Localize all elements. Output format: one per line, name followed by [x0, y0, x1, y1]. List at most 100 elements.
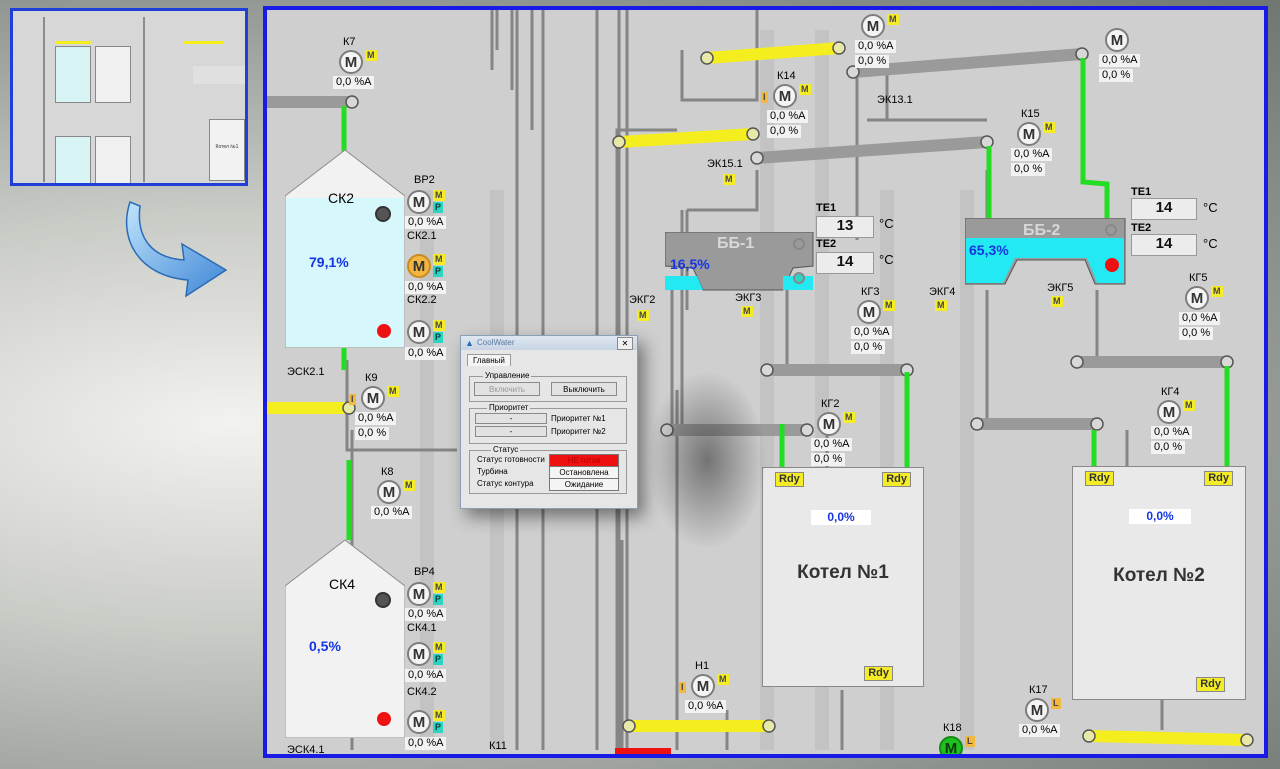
curved-arrow-icon: [125, 201, 228, 298]
motor-kg3[interactable]: M: [857, 300, 881, 324]
boiler-1-name: Котел №1: [797, 562, 889, 583]
motor-load-readout: 0,0 %: [1151, 441, 1186, 454]
bunker-bb1-name: ББ-1: [717, 235, 755, 252]
silo-sk2-level: 79,1%: [309, 254, 349, 270]
mode-tag: M: [433, 320, 445, 331]
boiler-1-value: 0,0%: [811, 510, 871, 525]
valve-sk42[interactable]: M: [407, 710, 431, 734]
valve-vr2[interactable]: M: [407, 190, 431, 214]
stop-button[interactable]: Выключить: [551, 382, 617, 396]
motor-load-readout: 0,0 %: [355, 427, 390, 440]
mode-tag: M: [883, 300, 895, 311]
silo-sk4[interactable]: [285, 538, 405, 738]
mode-tag: M: [723, 174, 735, 185]
motor-kg4[interactable]: M: [1157, 400, 1181, 424]
priority-2-button[interactable]: -: [475, 426, 547, 437]
motor-k8[interactable]: M: [377, 480, 401, 504]
valve-vr4[interactable]: M: [407, 582, 431, 606]
dialog-titlebar[interactable]: ▲ CoolWater ✕: [461, 336, 637, 350]
silo-sk4-indicator: [375, 592, 391, 608]
motor-k9[interactable]: M: [361, 386, 385, 410]
valve-sk42-label: СК4.2: [407, 686, 437, 698]
valve-sk21[interactable]: M: [407, 254, 431, 278]
value-readout: 0,0 %А: [405, 347, 447, 360]
bb2-te2-label: ТЕ2: [1131, 222, 1152, 234]
mode-tag: M: [935, 300, 947, 311]
position-tag: P: [433, 594, 444, 605]
coolwater-dialog[interactable]: ▲ CoolWater ✕ Главный Управление Включит…: [460, 335, 638, 509]
motor-k15[interactable]: M: [1017, 122, 1041, 146]
close-icon[interactable]: ✕: [617, 337, 633, 350]
mode-tag: M: [433, 710, 445, 721]
motor-current-readout: 0,0 %А: [811, 438, 853, 451]
motor-current-readout: 0,0 %А: [355, 412, 397, 425]
valve-sk22[interactable]: M: [407, 320, 431, 344]
motor-load-readout: 0,0 %: [855, 55, 890, 68]
motor-label: К8: [381, 466, 394, 478]
mode-tag: L: [965, 736, 975, 747]
boiler-1[interactable]: Rdy Rdy 0,0% Котел №1 Rdy: [762, 467, 924, 687]
motor-load-readout: 0,0 %: [1099, 69, 1134, 82]
mode-tag: M: [887, 14, 899, 25]
thumb-panel: [193, 66, 245, 84]
value-readout: 0,0 %А: [405, 216, 447, 229]
motor-label: Н1: [695, 660, 710, 672]
interlock-tag: I: [349, 394, 356, 405]
valve-sk22-label: СК2.2: [407, 294, 437, 306]
motor-k7[interactable]: M: [339, 50, 363, 74]
motor-current-readout: 0,0 %А: [767, 110, 809, 123]
unit: °C: [879, 216, 894, 231]
motor-current-readout: 0,0 %А: [1179, 312, 1221, 325]
mode-tag: M: [365, 50, 377, 61]
thumb-boiler-label: Котел №1: [215, 144, 239, 150]
loop-status-value: Ожидание: [549, 478, 619, 491]
valve-vr4-label: ВР4: [414, 566, 435, 578]
gate-ek15-label: ЭК15.1: [707, 158, 743, 170]
motor-label: К14: [777, 70, 796, 82]
motor-label: КГ4: [1161, 386, 1180, 398]
priority-1-button[interactable]: -: [475, 413, 547, 424]
motor-current-readout: 0,0 %А: [1151, 426, 1193, 439]
valve-vr2-label: ВР2: [414, 174, 435, 186]
motor-ktop2[interactable]: M: [1105, 28, 1129, 52]
gate-ekg4-label: ЭКГ4: [929, 286, 956, 298]
motor-load-readout: 0,0 %: [811, 453, 846, 466]
motor-current-readout: 0,0 %А: [371, 506, 413, 519]
motor-current-readout: 0,0 %А: [685, 700, 727, 713]
tab-main[interactable]: Главный: [467, 354, 511, 366]
silo-sk2[interactable]: [285, 148, 405, 348]
motor-label: К9: [365, 372, 378, 384]
app-icon: ▲: [465, 338, 474, 348]
loop-status-label: Статус контура: [477, 479, 534, 488]
start-button[interactable]: Включить: [474, 382, 540, 396]
alarm-strip: [615, 748, 671, 754]
motor-k18[interactable]: M: [939, 736, 963, 754]
motor-h1[interactable]: M: [691, 674, 715, 698]
motor-k17[interactable]: M: [1025, 698, 1049, 722]
silo-sk4-name: СК4: [329, 576, 356, 592]
motor-kg2[interactable]: M: [817, 412, 841, 436]
boiler-2[interactable]: Rdy Rdy 0,0% Котел №2 Rdy: [1072, 466, 1246, 700]
unit: °C: [1203, 200, 1218, 215]
unit: °C: [1203, 236, 1218, 251]
motor-label: К7: [343, 36, 356, 48]
valve-sk41[interactable]: M: [407, 642, 431, 666]
bb1-te2-label: ТЕ2: [816, 238, 837, 250]
motor-current-readout: 0,0 %А: [1011, 148, 1053, 161]
motor-k14[interactable]: M: [773, 84, 797, 108]
motor-label: КГ5: [1189, 272, 1208, 284]
mode-tag: M: [717, 674, 729, 685]
interlock-tag: I: [761, 92, 768, 103]
turbine-label: Турбина: [477, 467, 508, 476]
motor-kg5[interactable]: M: [1185, 286, 1209, 310]
silo-sk2-alarm-icon: [377, 324, 391, 338]
motor-ktop[interactable]: M: [861, 14, 885, 38]
overview-thumbnail[interactable]: Котел №1: [10, 8, 248, 186]
scada-main-panel: СК2 79,1% СК4 0,5% ВР2 M M P 0,0 %А СК2.…: [263, 6, 1268, 758]
boiler-2-value: 0,0%: [1129, 509, 1191, 524]
ready-status-label: Статус готовности: [477, 455, 545, 464]
value-readout: 0,0 %А: [405, 608, 447, 621]
motor-label: КГ3: [861, 286, 880, 298]
mode-tag: M: [1043, 122, 1055, 133]
bunker-bb2-alarm-icon: [1105, 258, 1119, 272]
